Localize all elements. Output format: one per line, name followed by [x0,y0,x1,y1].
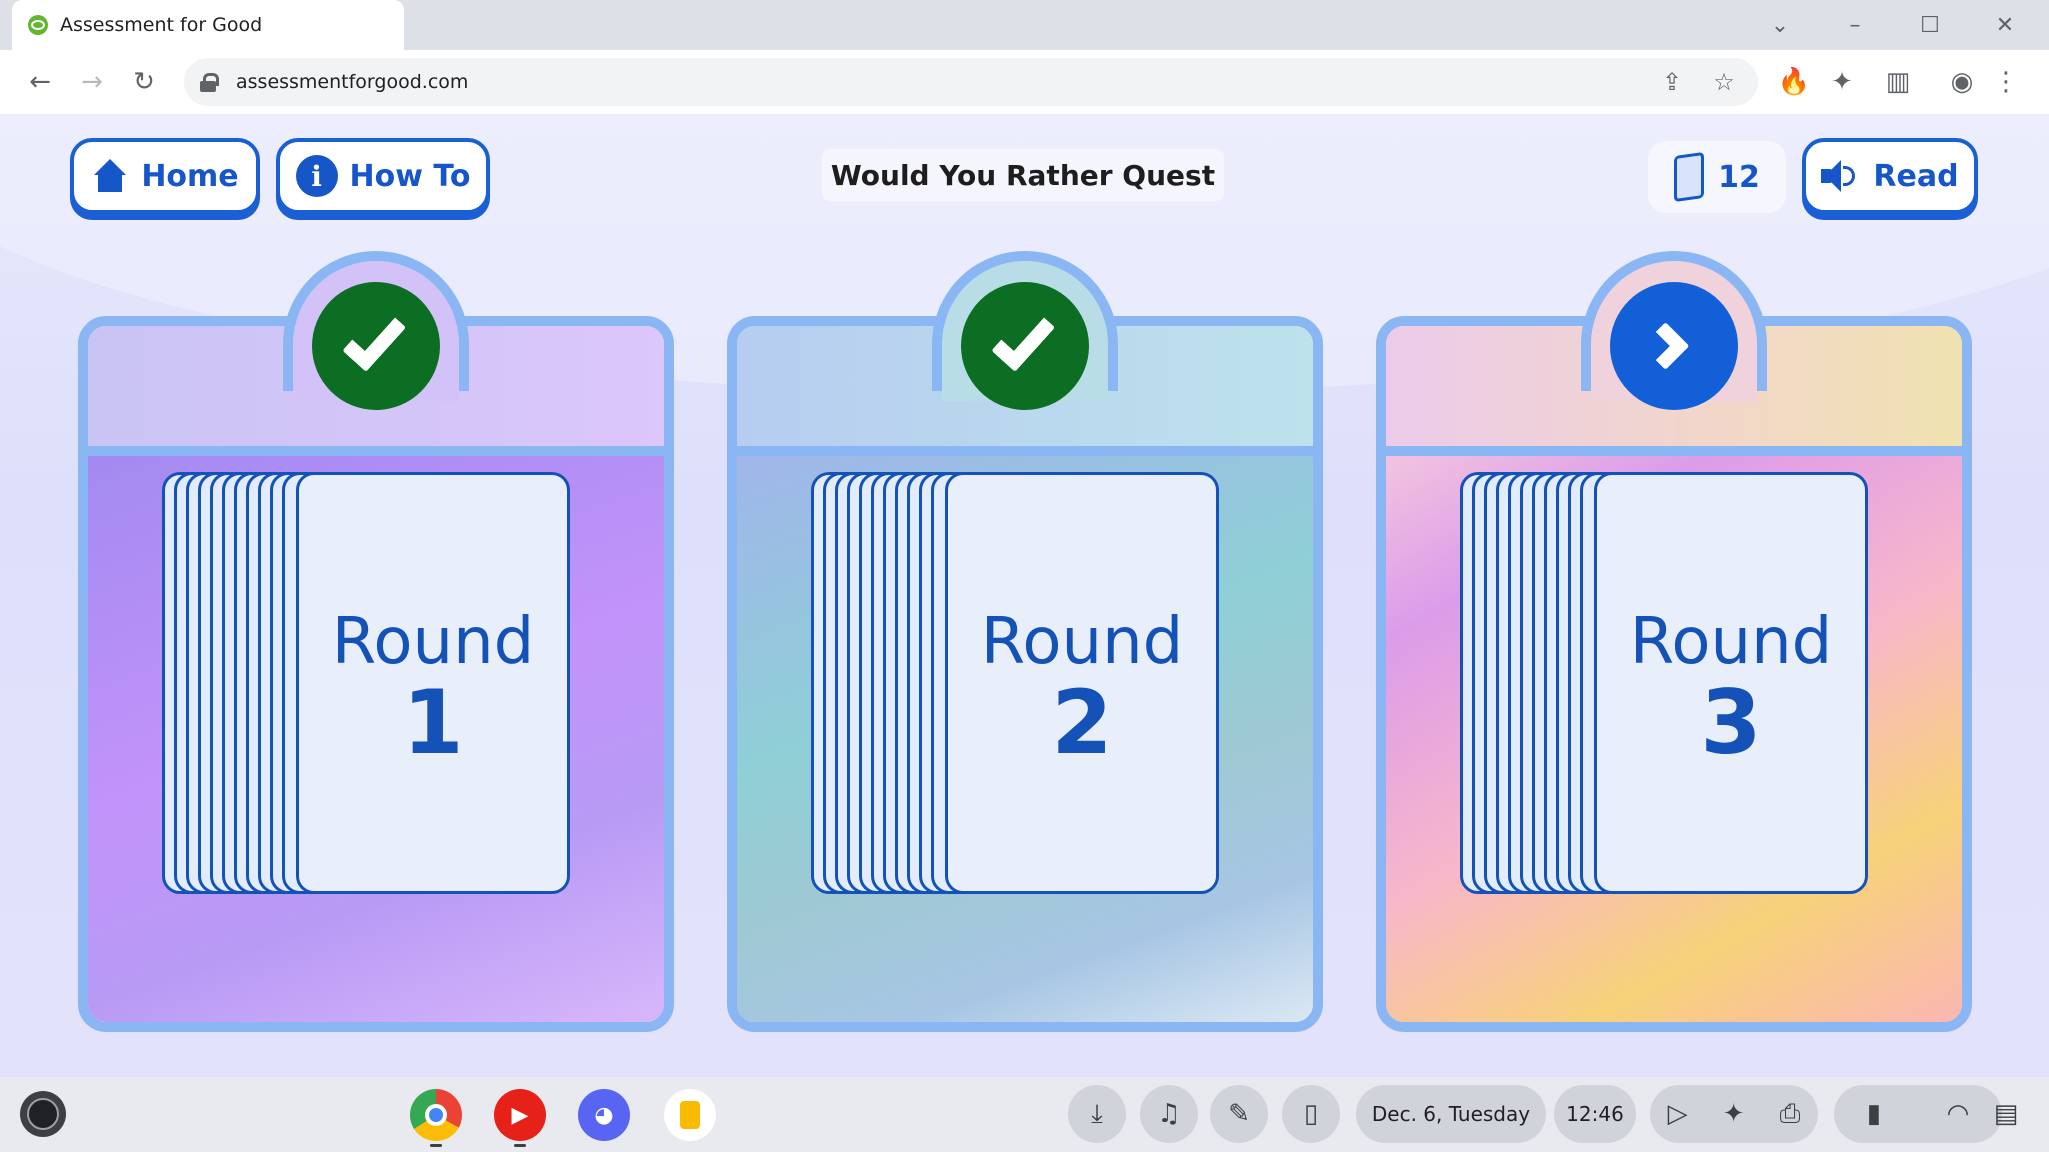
checkmark-icon [312,282,440,410]
wifi-icon: ◠ [1946,1099,1970,1129]
status-tray[interactable]: ▷ ✦ ⎙ [1650,1085,1818,1143]
round-2-panel[interactable]: Round 2 [727,251,1323,1032]
read-aloud-button[interactable]: Read [1802,138,1978,214]
round-3-card[interactable]: Round 3 [1594,472,1868,894]
chevron-down-icon[interactable]: ⌄ [1765,10,1795,40]
chevron-right-icon[interactable] [1610,282,1738,410]
close-icon[interactable]: ✕ [1990,10,2020,40]
card-count: 12 [1718,159,1760,195]
checkmark-icon [961,282,1089,410]
how-to-label: How To [349,158,471,194]
read-label: Read [1873,158,1959,194]
overview-icon[interactable]: ▤ [1976,1085,2036,1143]
round-1-panel[interactable]: Round 1 [78,251,674,1032]
home-label: Home [141,158,239,194]
card-icon [1674,151,1705,203]
minimize-icon[interactable]: – [1840,10,1870,40]
round-3-card-deck[interactable]: Round 3 [1460,472,1870,894]
profile-avatar-icon[interactable]: ◉ [1942,62,1982,102]
round-2-word: Round [980,605,1184,679]
game-page: Home i How To Would You Rather Quest 12 … [0,114,2049,1077]
google-keep-app-icon[interactable] [664,1089,716,1141]
play-store-icon: ▷ [1667,1099,1688,1129]
url-text[interactable]: assessmentforgood.com [236,71,468,93]
stylus-tools-icon[interactable]: ✎ [1210,1085,1268,1143]
address-bar[interactable]: assessmentforgood.com ⇪ ☆ [184,58,1758,106]
round-1-number: 1 [402,671,464,774]
reload-icon[interactable]: ↻ [124,62,164,102]
round-3-word: Round [1629,605,1833,679]
card-counter: 12 [1648,141,1786,213]
fire-extension-icon[interactable]: 🔥 [1774,62,1814,102]
kebab-menu-icon[interactable]: ⋮ [1986,62,2026,102]
round-2-number: 2 [1051,671,1113,774]
phone-hub-icon[interactable]: ▯ [1282,1085,1340,1143]
round-1-word: Round [331,605,535,679]
round-2-card-deck[interactable]: Round 2 [811,472,1221,894]
browser-toolbar: ← → ↻ assessmentforgood.com ⇪ ☆ 🔥 ✦ ▥ ◉ … [0,50,2049,114]
os-shelf: ▶ ◕ ⤓ ♫ ✎ ▯ Dec. 6, Tuesday 12:46 ▷ ✦ ⎙ … [0,1077,2049,1152]
bookmark-star-icon[interactable]: ☆ [1706,64,1742,100]
tab-strip: Assessment for Good ⌄ – ☐ ✕ [0,0,2049,50]
sparkle-icon: ✦ [1722,1099,1745,1129]
maximize-icon[interactable]: ☐ [1915,10,1945,40]
youtube-music-app-icon[interactable]: ▶ [494,1089,546,1147]
media-controls-icon[interactable]: ♫ [1140,1085,1198,1143]
round-2-card[interactable]: Round 2 [945,472,1219,894]
forward-arrow-icon[interactable]: → [72,62,112,102]
share-icon[interactable]: ⇪ [1654,64,1690,100]
browser-tab[interactable]: Assessment for Good [12,0,404,50]
info-icon: i [295,155,338,197]
round-3-number: 3 [1700,671,1762,774]
discord-app-icon[interactable]: ◕ [578,1089,630,1141]
tab-title: Assessment for Good [60,14,263,36]
home-button[interactable]: Home [70,138,260,214]
round-1-card[interactable]: Round 1 [296,472,570,894]
lock-icon[interactable] [200,73,219,92]
round-1-card-deck[interactable]: Round 1 [162,472,572,894]
chrome-app-icon[interactable] [410,1089,462,1147]
speaker-icon [1821,160,1861,192]
screen-capture-icon: ⎙ [1779,1098,1801,1129]
date-display[interactable]: Dec. 6, Tuesday [1356,1085,1546,1143]
battery-icon: ▮ [1866,1099,1882,1129]
extensions-puzzle-icon[interactable]: ✦ [1822,62,1862,102]
downloads-tray-icon[interactable]: ⤓ [1068,1085,1126,1143]
time-display[interactable]: 12:46 [1554,1085,1636,1143]
page-title: Would You Rather Quest [822,149,1224,201]
home-icon [91,159,129,193]
launcher-icon[interactable] [20,1091,66,1137]
site-favicon-icon [28,15,48,35]
round-3-panel[interactable]: Round 3 [1376,251,1972,1032]
side-panel-icon[interactable]: ▥ [1878,62,1918,102]
back-arrow-icon[interactable]: ← [20,62,60,102]
how-to-button[interactable]: i How To [276,138,490,214]
